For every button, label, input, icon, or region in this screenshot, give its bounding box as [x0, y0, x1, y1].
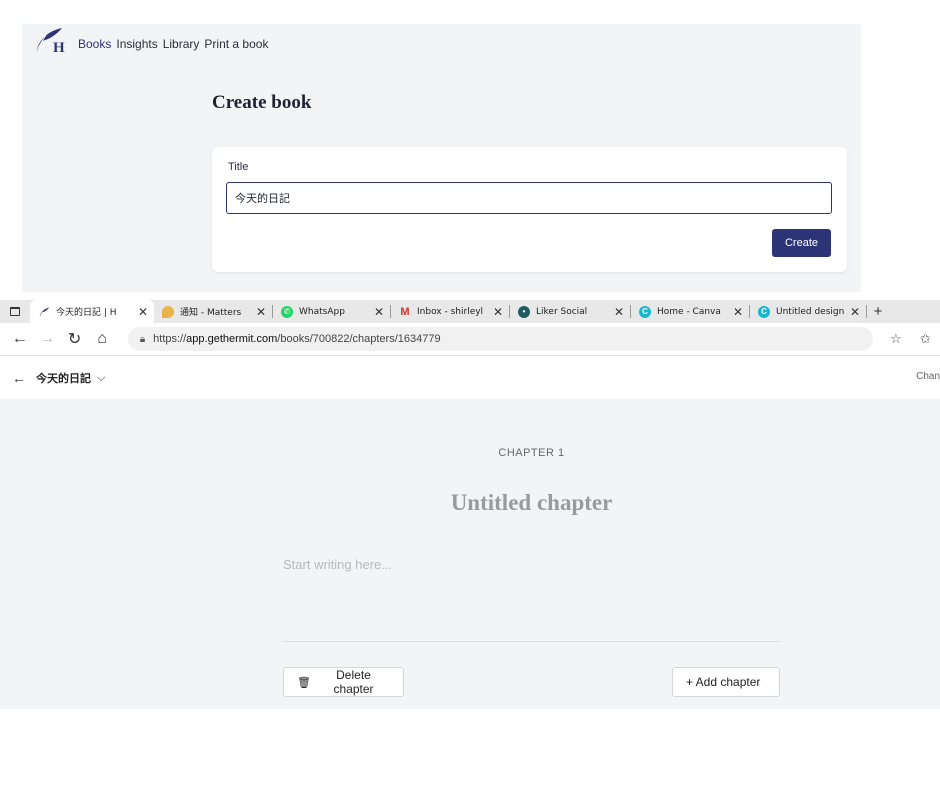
tab-canva-design[interactable]: C Untitled design ✕: [750, 300, 866, 323]
tab-title: Home - Canva: [657, 306, 721, 317]
chevron-down-icon[interactable]: ⌵: [97, 372, 105, 385]
tab-matters[interactable]: 通知 - Matters ✕: [154, 300, 272, 323]
tab-title: Untitled design: [776, 306, 845, 317]
matters-favicon-icon: [162, 305, 174, 318]
delete-chapter-button[interactable]: 🗑︎ Delete chapter: [283, 667, 404, 697]
new-tab-button[interactable]: +: [867, 303, 889, 320]
trash-icon: 🗑︎: [297, 676, 311, 689]
delete-chapter-label: Delete chapter: [333, 668, 374, 696]
forward-arrow-icon[interactable]: →: [33, 325, 60, 353]
chapter-title[interactable]: Untitled chapter: [0, 490, 940, 516]
feather-favicon-icon: [38, 306, 50, 318]
tab-title: 今天的日記 | H: [56, 308, 117, 318]
tab-title: WhatsApp: [299, 306, 345, 317]
title-input[interactable]: [226, 182, 832, 214]
logo-letter: H: [53, 40, 65, 56]
page-title: Create book: [212, 92, 312, 113]
tab-canva-home[interactable]: C Home - Canva ✕: [631, 300, 749, 323]
liker-favicon-icon: •: [518, 305, 530, 318]
create-book-card: Title Create: [212, 147, 847, 272]
url-path: /books/700822/chapters/1634779: [277, 333, 441, 345]
create-book-panel: H Books Insights Library Print a book Cr…: [22, 24, 861, 292]
gmail-favicon-icon: M: [400, 305, 410, 318]
changes-status: Chan: [916, 371, 940, 382]
address-bar: ← → ↻ ⌂ 🔒︎ https://app.gethermit.com/boo…: [0, 323, 940, 356]
close-icon[interactable]: ✕: [614, 305, 624, 319]
canva-favicon-icon: C: [758, 305, 770, 318]
tab-title: Inbox - shirleyl: [417, 306, 484, 317]
book-title[interactable]: 今天的日記: [36, 370, 91, 386]
editor-body: CHAPTER 1 Untitled chapter Start writing…: [0, 399, 940, 709]
top-nav: H Books Insights Library Print a book: [34, 24, 273, 64]
divider: [283, 641, 780, 642]
canva-favicon-icon: C: [639, 305, 651, 318]
close-icon[interactable]: ✕: [138, 305, 148, 319]
arrow-left-icon[interactable]: ←: [12, 370, 26, 386]
tab-title: 通知 - Matters: [180, 308, 242, 318]
home-icon[interactable]: ⌂: [88, 325, 115, 353]
chapter-number: CHAPTER 1: [498, 447, 565, 459]
favorites-icon[interactable]: ✩: [911, 331, 940, 347]
close-icon[interactable]: ✕: [733, 305, 743, 319]
close-icon[interactable]: ✕: [374, 305, 384, 319]
close-icon[interactable]: ✕: [493, 305, 503, 319]
add-chapter-button[interactable]: + Add chapter: [672, 667, 780, 697]
nav-library[interactable]: Library: [163, 37, 200, 51]
back-arrow-icon[interactable]: ←: [6, 325, 33, 353]
close-icon[interactable]: ✕: [256, 305, 266, 319]
create-button[interactable]: Create: [772, 229, 831, 257]
url-field[interactable]: 🔒︎ https://app.gethermit.com/books/70082…: [127, 327, 874, 351]
add-chapter-label: + Add chapter: [686, 675, 761, 689]
tab-gmail[interactable]: M Inbox - shirleyl ✕: [391, 300, 509, 323]
feather-logo-icon[interactable]: H: [34, 27, 70, 61]
tab-hermit[interactable]: 今天的日記 | H ✕: [30, 300, 154, 323]
tab-title: Liker Social: [536, 306, 588, 317]
browser-tab-strip: 今天的日記 | H ✕ 通知 - Matters ✕ ✆ WhatsApp ✕ …: [0, 300, 940, 323]
nav-insights[interactable]: Insights: [116, 37, 157, 51]
close-icon[interactable]: ✕: [850, 305, 860, 319]
add-favorite-icon[interactable]: ☆: [881, 331, 910, 347]
nav-books[interactable]: Books: [78, 37, 111, 51]
tab-liker-social[interactable]: • Liker Social ✕: [510, 300, 630, 323]
refresh-icon[interactable]: ↻: [61, 325, 88, 353]
nav-print-a-book[interactable]: Print a book: [204, 37, 268, 51]
url-host: app.gethermit.com: [186, 333, 278, 345]
url-scheme: https://: [153, 333, 187, 345]
whatsapp-favicon-icon: ✆: [281, 305, 293, 318]
editor-header: ← 今天的日記 ⌵ Chan: [0, 357, 940, 399]
workspaces-icon[interactable]: [0, 300, 30, 323]
tab-whatsapp[interactable]: ✆ WhatsApp ✕: [273, 300, 390, 323]
chapter-content-editor[interactable]: Start writing here...: [283, 557, 392, 572]
lock-icon[interactable]: 🔒︎: [140, 334, 145, 345]
title-label: Title: [228, 161, 249, 173]
